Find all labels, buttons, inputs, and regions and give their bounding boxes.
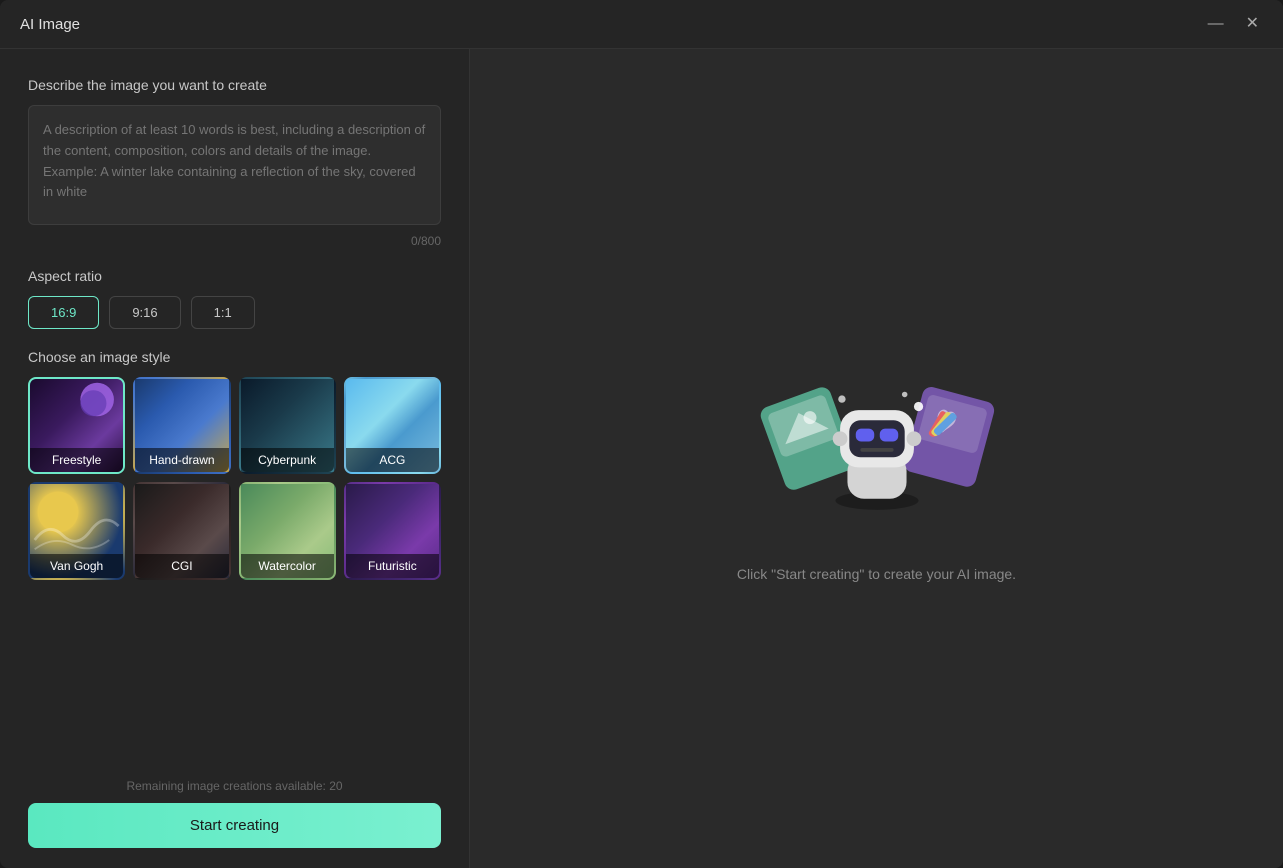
illustration (757, 336, 997, 536)
style-label-cyberpunk: Cyberpunk (241, 448, 334, 472)
hint-text: Click "Start creating" to create your AI… (737, 566, 1016, 582)
footer: Remaining image creations available: 20 … (28, 767, 441, 848)
style-card-freestyle[interactable]: Freestyle (28, 377, 125, 474)
description-section: Describe the image you want to create 0/… (28, 77, 441, 268)
style-label-handdrawn: Hand-drawn (135, 448, 228, 472)
style-card-acg[interactable]: ACG (344, 377, 441, 474)
style-label: Choose an image style (28, 349, 441, 365)
style-card-vangogh[interactable]: Van Gogh (28, 482, 125, 579)
window-title: AI Image (20, 16, 80, 33)
style-label-futuristic: Futuristic (346, 554, 439, 578)
right-panel: Click "Start creating" to create your AI… (470, 49, 1283, 868)
style-card-handdrawn[interactable]: Hand-drawn (133, 377, 230, 474)
style-card-cgi[interactable]: CGI (133, 482, 230, 579)
minimize-button[interactable]: — (1204, 14, 1228, 34)
style-card-futuristic[interactable]: Futuristic (344, 482, 441, 579)
style-grid: Freestyle Hand-drawn Cyberpunk ACG (28, 377, 441, 580)
ratio-buttons: 16:9 9:16 1:1 (28, 296, 441, 329)
title-bar: AI Image — ✕ (0, 0, 1283, 49)
remaining-text: Remaining image creations available: 20 (28, 779, 441, 793)
aspect-ratio-label: Aspect ratio (28, 268, 441, 284)
ratio-btn-9-16[interactable]: 9:16 (109, 296, 180, 329)
aspect-ratio-section: Aspect ratio 16:9 9:16 1:1 (28, 268, 441, 329)
style-card-watercolor[interactable]: Watercolor (239, 482, 336, 579)
main-content: Describe the image you want to create 0/… (0, 49, 1283, 868)
ratio-btn-16-9[interactable]: 16:9 (28, 296, 99, 329)
close-button[interactable]: ✕ (1242, 14, 1263, 34)
description-label: Describe the image you want to create (28, 77, 441, 93)
style-label-vangogh: Van Gogh (30, 554, 123, 578)
ratio-btn-1-1[interactable]: 1:1 (191, 296, 255, 329)
title-bar-controls: — ✕ (1204, 14, 1263, 34)
style-label-acg: ACG (346, 448, 439, 472)
app-window: AI Image — ✕ Describe the image you want… (0, 0, 1283, 868)
left-panel: Describe the image you want to create 0/… (0, 49, 470, 868)
style-section: Choose an image style Freestyle (28, 349, 441, 580)
style-card-cyberpunk[interactable]: Cyberpunk (239, 377, 336, 474)
style-label-freestyle: Freestyle (30, 448, 123, 472)
style-label-watercolor: Watercolor (241, 554, 334, 578)
style-label-cgi: CGI (135, 554, 228, 578)
char-count: 0/800 (28, 234, 441, 248)
start-creating-button[interactable]: Start creating (28, 803, 441, 848)
description-textarea[interactable] (28, 105, 441, 225)
